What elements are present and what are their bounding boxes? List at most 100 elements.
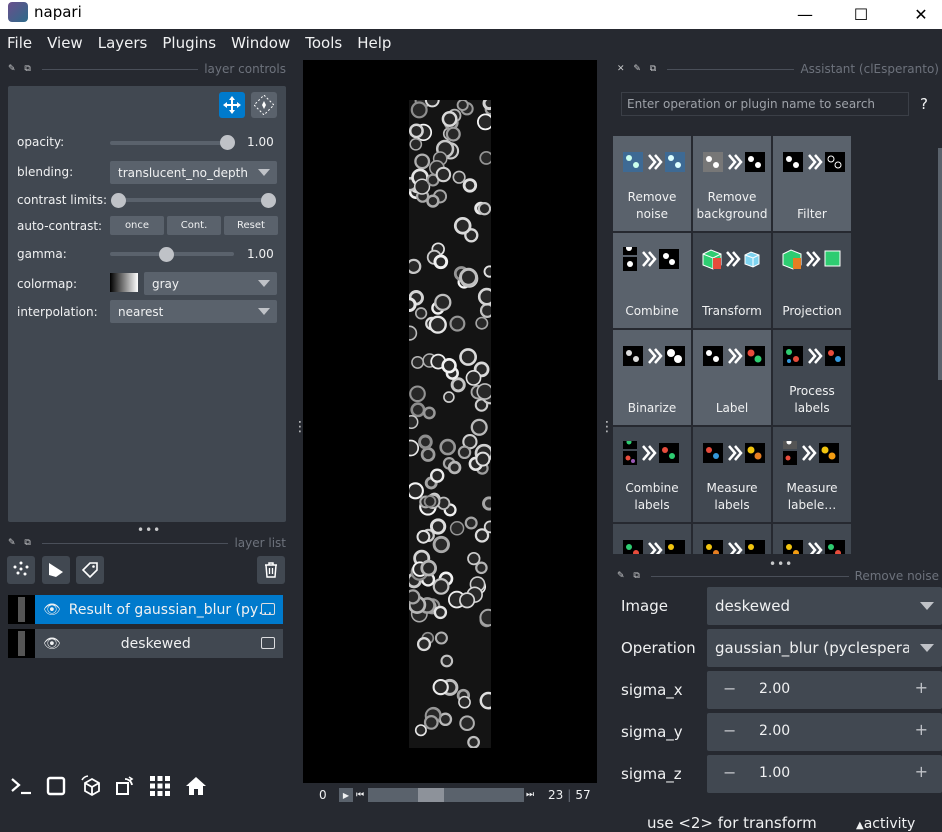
- maximize-button[interactable]: ☐: [836, 0, 886, 29]
- auto-contrast-once-button[interactable]: once: [110, 216, 164, 235]
- tile-measure-labels[interactable]: Measure labels: [693, 427, 771, 522]
- assistant-scrollbar[interactable]: [938, 148, 942, 380]
- activity-button[interactable]: ▲activity: [856, 816, 915, 832]
- eye-visibility-icon[interactable]: 👁: [43, 602, 61, 618]
- play-button[interactable]: ▶: [339, 788, 353, 802]
- transform-tool-button[interactable]: [251, 92, 277, 118]
- contrast-min-handle[interactable]: [111, 193, 126, 208]
- roll-dims-button[interactable]: [77, 772, 105, 800]
- cell-blob: [483, 265, 491, 278]
- increment-button[interactable]: +: [915, 762, 928, 781]
- cell-blob: [424, 100, 440, 108]
- dims-slider-handle[interactable]: [418, 788, 444, 802]
- cell-blob: [409, 482, 424, 500]
- tile-remove-background[interactable]: Remove background: [693, 136, 771, 231]
- tile-label[interactable]: Label: [693, 330, 771, 425]
- delete-layer-button[interactable]: [257, 556, 285, 584]
- tile-projection[interactable]: Projection: [773, 233, 851, 328]
- menu-plugins[interactable]: Plugins: [162, 34, 216, 52]
- cell-blob: [482, 496, 491, 511]
- cell-blob: [439, 438, 457, 456]
- cell-blob: [423, 715, 439, 730]
- dock-float-icon[interactable]: ✎ ⧉: [8, 538, 34, 548]
- menu-tools[interactable]: Tools: [305, 34, 342, 52]
- tile-combine-labels[interactable]: Combine labels: [613, 427, 691, 522]
- contrast-limits-label: contrast limits:: [17, 193, 107, 207]
- assistant-search-input[interactable]: Enter operation or plugin name to search: [621, 92, 909, 116]
- layer-row[interactable]: 👁 deskewed: [8, 629, 283, 658]
- viewer-canvas[interactable]: [303, 60, 597, 783]
- tile-more[interactable]: [773, 524, 851, 554]
- dock-close-float-icon[interactable]: ✕ ✎ ⧉: [617, 64, 659, 74]
- eye-visibility-icon[interactable]: 👁: [43, 636, 61, 652]
- contrast-limits-slider[interactable]: [118, 198, 270, 202]
- tile-more[interactable]: [693, 524, 771, 554]
- menu-window[interactable]: Window: [231, 34, 290, 52]
- layer-row[interactable]: 👁 Result of gaussian_blur (py…: [8, 595, 283, 624]
- increment-button[interactable]: +: [915, 720, 928, 739]
- increment-button[interactable]: +: [915, 678, 928, 697]
- sigma-z-spinbox[interactable]: − 1.00 +: [707, 755, 942, 793]
- tile-binarize[interactable]: Binarize: [613, 330, 691, 425]
- opacity-slider-handle[interactable]: [220, 135, 235, 150]
- image-select[interactable]: deskewed: [707, 587, 942, 625]
- menu-help[interactable]: Help: [357, 34, 391, 52]
- right-splitter-handle[interactable]: ⋮: [600, 420, 614, 434]
- title-bar: napari — ☐ ✕: [0, 0, 942, 29]
- tile-combine[interactable]: Combine: [613, 233, 691, 328]
- step-forward-icon[interactable]: ⏭: [526, 790, 536, 800]
- cell-blob: [459, 592, 476, 609]
- sigma-x-spinbox[interactable]: − 2.00 +: [707, 671, 942, 709]
- decrement-button[interactable]: −: [723, 721, 736, 740]
- menu-view[interactable]: View: [47, 34, 83, 52]
- new-points-layer-button[interactable]: [7, 556, 35, 584]
- decrement-button[interactable]: −: [723, 679, 736, 698]
- tile-more[interactable]: [613, 524, 691, 554]
- pan-zoom-tool-button[interactable]: [219, 92, 245, 118]
- contrast-max-handle[interactable]: [261, 193, 276, 208]
- tile-transform[interactable]: Transform: [693, 233, 771, 328]
- tile-process-labels[interactable]: Process labels: [773, 330, 851, 425]
- sigma-y-spinbox[interactable]: − 2.00 +: [707, 713, 942, 751]
- dims-slider-track[interactable]: [368, 788, 524, 802]
- blending-select[interactable]: translucent_no_depth: [110, 161, 277, 184]
- decrement-button[interactable]: −: [723, 763, 736, 782]
- tile-remove-noise[interactable]: Remove noise: [613, 136, 691, 231]
- cell-blob: [458, 695, 471, 709]
- interpolation-label: interpolation:: [17, 305, 98, 319]
- colormap-select[interactable]: gray: [144, 272, 277, 295]
- opacity-value: 1.00: [247, 135, 274, 149]
- grid-view-button[interactable]: [146, 772, 174, 800]
- step-back-icon[interactable]: ⏮: [356, 790, 366, 800]
- cell-blob: [475, 451, 491, 467]
- cell-blob: [476, 383, 491, 400]
- new-shapes-layer-button[interactable]: [42, 556, 70, 584]
- new-labels-layer-button[interactable]: [76, 556, 104, 584]
- tile-filter[interactable]: Filter: [773, 136, 851, 231]
- console-button[interactable]: [7, 772, 35, 800]
- move-arrows-icon: [223, 96, 241, 114]
- menu-layers[interactable]: Layers: [98, 34, 148, 52]
- toggle-ndisplay-button[interactable]: [42, 772, 70, 800]
- terminal-icon: [11, 778, 31, 795]
- reset-view-button[interactable]: [182, 772, 210, 800]
- auto-contrast-continuous-button[interactable]: Cont.: [167, 216, 221, 235]
- dock-float-icon[interactable]: ✎ ⧉: [8, 64, 34, 74]
- tile-measure-labeled[interactable]: Measure labele…: [773, 427, 851, 522]
- menu-file[interactable]: File: [7, 34, 32, 52]
- transpose-dims-button[interactable]: [111, 772, 139, 800]
- opacity-slider[interactable]: [110, 141, 234, 145]
- cell-blob: [432, 678, 449, 696]
- chevron-down-icon: [258, 308, 270, 315]
- gamma-slider-handle[interactable]: [159, 247, 174, 262]
- close-button[interactable]: ✕: [896, 0, 942, 29]
- cell-blob: [423, 495, 437, 508]
- minimize-button[interactable]: —: [780, 0, 830, 29]
- dock-float-icon[interactable]: ✎ ⧉: [617, 571, 643, 581]
- auto-contrast-reset-button[interactable]: Reset: [224, 216, 278, 235]
- operation-select[interactable]: gaussian_blur (pyclesperanto): [707, 629, 942, 667]
- chevron-down-icon: [920, 602, 934, 610]
- colormap-label: colormap:: [17, 277, 78, 291]
- help-button[interactable]: ?: [920, 95, 928, 113]
- interpolation-select[interactable]: nearest: [110, 300, 277, 323]
